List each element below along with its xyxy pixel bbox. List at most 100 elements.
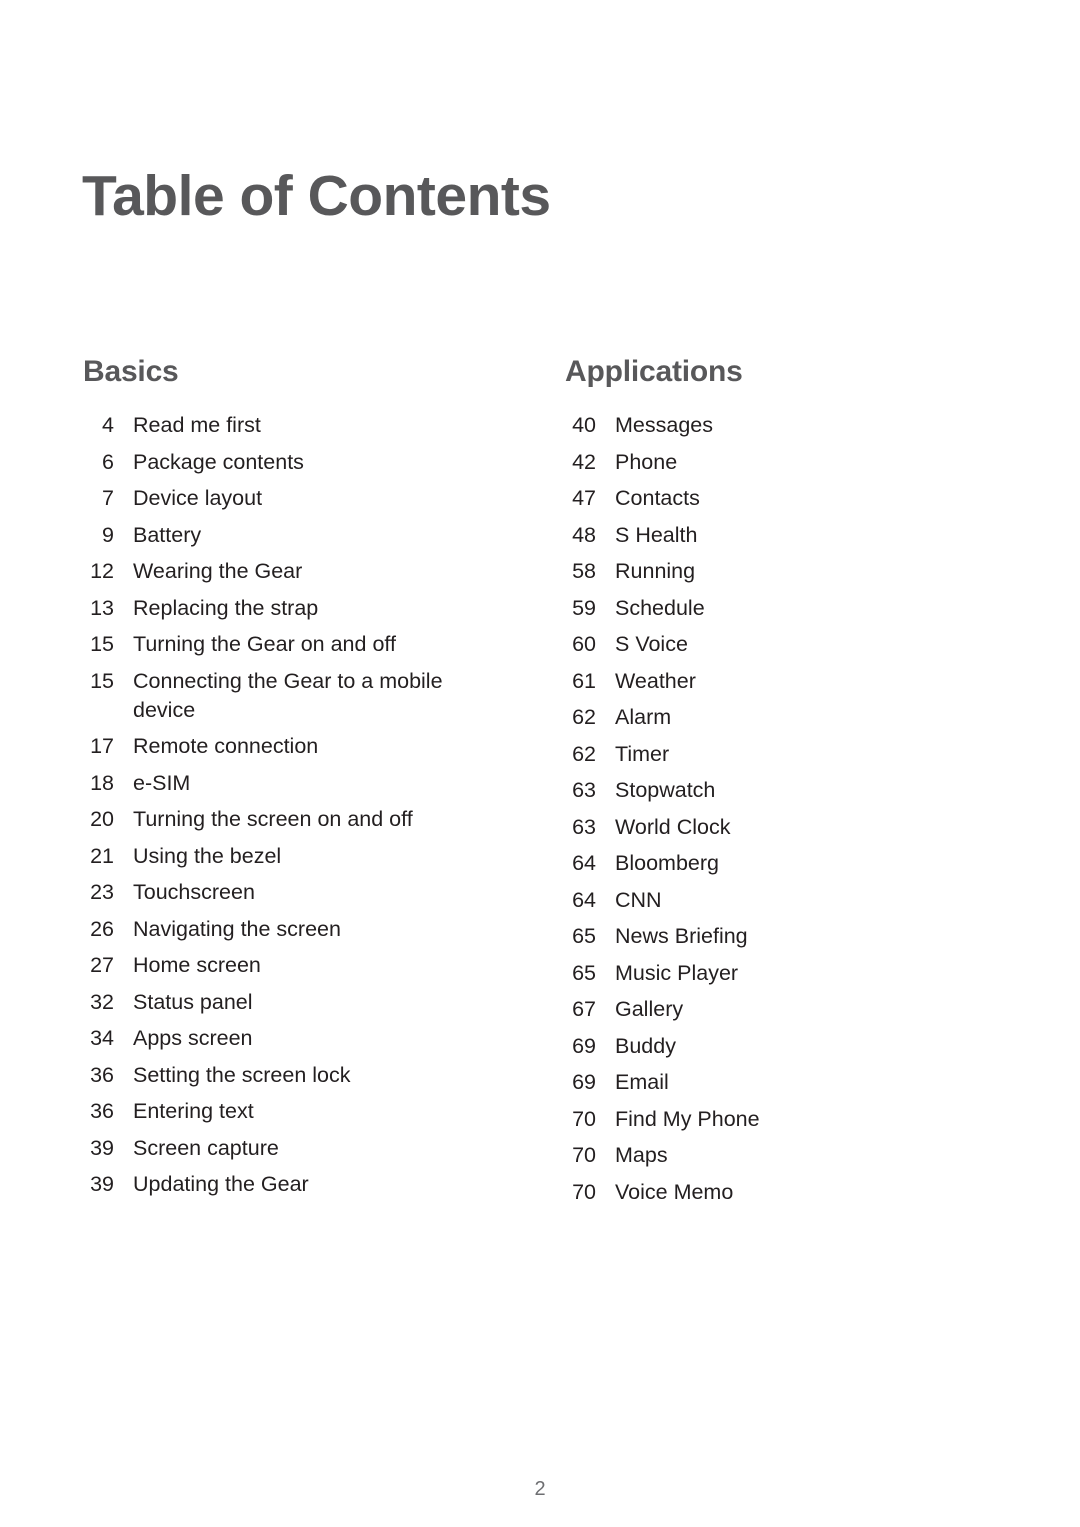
toc-entry[interactable]: 26 Navigating the screen (82, 915, 522, 944)
toc-entry-title: Buddy (615, 1033, 676, 1058)
toc-entry[interactable]: 36 Setting the screen lock (82, 1061, 522, 1090)
toc-entry-title: Contacts (615, 486, 700, 510)
toc-entry-title: Package contents (133, 449, 304, 474)
toc-entry-page-number: 47 (572, 486, 596, 510)
toc-entry-page-number: 12 (90, 559, 114, 583)
toc-entry-title: Timer (615, 741, 670, 766)
toc-entry-title: Using the bezel (133, 843, 282, 868)
toc-entry[interactable]: 61 Weather (564, 667, 984, 696)
toc-entry-title: Alarm (615, 705, 672, 729)
toc-entry-title: News Briefing (615, 924, 748, 948)
toc-entry[interactable]: 39 Screen capture (82, 1134, 522, 1163)
toc-entry-title: Navigating the screen (133, 916, 341, 941)
toc-entry-title: Status panel (133, 989, 253, 1014)
toc-entry-page-number: 69 (572, 1070, 596, 1094)
toc-entry-title: Updating the Gear (133, 1172, 309, 1196)
toc-entry[interactable]: 18 e-SIM (82, 769, 522, 798)
toc-entry-title: Maps (615, 1143, 668, 1167)
toc-entry[interactable]: 47 Contacts (564, 484, 984, 513)
toc-entry-page-number: 61 (572, 668, 596, 693)
toc-entry[interactable]: 69 Email (564, 1068, 984, 1097)
toc-entry-title: Home screen (133, 953, 261, 977)
toc-entry[interactable]: 34 Apps screen (82, 1024, 522, 1053)
toc-entry[interactable]: 20 Turning the screen on and off (82, 805, 522, 834)
toc-entry-page-number: 59 (572, 595, 596, 620)
toc-entry-title: Phone (615, 449, 678, 474)
toc-entry-page-number: 65 (572, 924, 596, 948)
toc-entry[interactable]: 48 S Health (564, 521, 984, 550)
toc-entry[interactable]: 58 Running (564, 557, 984, 586)
toc-entry[interactable]: 40 Messages (564, 411, 984, 440)
toc-entry-title: Setting the screen lock (133, 1062, 351, 1087)
toc-entry[interactable]: 23 Touchscreen (82, 878, 522, 907)
section-heading-basics: Basics (83, 355, 179, 388)
toc-entry-page-number: 70 (572, 1143, 596, 1167)
toc-entry[interactable]: 62 Alarm (564, 703, 984, 732)
toc-entry-page-number: 39 (90, 1135, 114, 1160)
toc-entry[interactable]: 63 World Clock (564, 813, 984, 842)
toc-entry-page-number: 62 (572, 741, 596, 766)
toc-entry[interactable]: 60 S Voice (564, 630, 984, 659)
toc-entry[interactable]: 63 Stopwatch (564, 776, 984, 805)
toc-entry[interactable]: 70 Find My Phone (564, 1105, 984, 1134)
toc-entry-title: Read me first (133, 413, 261, 437)
toc-entry[interactable]: 17 Remote connection (82, 732, 522, 761)
toc-entry-title: Screen capture (133, 1135, 279, 1160)
toc-entry-page-number: 69 (572, 1033, 596, 1058)
toc-entry[interactable]: 15 Turning the Gear on and off (82, 630, 522, 659)
toc-entry[interactable]: 59 Schedule (564, 594, 984, 623)
toc-entry[interactable]: 21 Using the bezel (82, 842, 522, 871)
toc-entry[interactable]: 4 Read me first (82, 411, 522, 440)
toc-entry-title: S Health (615, 522, 698, 547)
toc-entry-page-number: 70 (572, 1179, 596, 1204)
toc-entry-page-number: 15 (90, 632, 114, 656)
toc-entry-page-number: 36 (90, 1099, 114, 1123)
toc-list-basics: 4 Read me first 6 Package contents 7 Device l… (82, 411, 522, 1199)
toc-entry-title: Stopwatch (615, 778, 716, 802)
toc-entry[interactable]: 39 Updating the Gear (82, 1170, 522, 1199)
toc-entry-title: Replacing the strap (133, 595, 319, 620)
toc-entry[interactable]: 9 Battery (82, 521, 522, 550)
toc-entry[interactable]: 65 News Briefing (564, 922, 984, 951)
toc-entry[interactable]: 32 Status panel (82, 988, 522, 1017)
toc-entry-page-number: 36 (90, 1062, 114, 1087)
toc-entry-page-number: 40 (572, 413, 596, 437)
toc-entry[interactable]: 42 Phone (564, 448, 984, 477)
toc-entry-page-number: 26 (90, 916, 114, 941)
toc-entry-page-number: 62 (572, 705, 596, 729)
document-page: Table of Contents Basics 4 Read me first 6… (0, 0, 1080, 1527)
toc-columns: Basics 4 Read me first 6 Package contents 7 D… (0, 357, 1080, 1214)
toc-entry-page-number: 64 (572, 851, 596, 875)
toc-entry[interactable]: 70 Voice Memo (564, 1178, 984, 1207)
toc-entry-page-number: 60 (572, 632, 596, 656)
toc-entry[interactable]: 67 Gallery (564, 995, 984, 1024)
page-title: Table of Contents (82, 164, 551, 229)
toc-entry-page-number: 27 (90, 953, 114, 977)
toc-entry-title: Remote connection (133, 734, 319, 758)
toc-entry-title: Battery (133, 522, 202, 547)
toc-entry[interactable]: 64 CNN (564, 886, 984, 915)
toc-entry-page-number: 20 (90, 807, 114, 831)
toc-entry[interactable]: 36 Entering text (82, 1097, 522, 1126)
toc-entry-page-number: 15 (90, 668, 114, 693)
toc-entry[interactable]: 69 Buddy (564, 1032, 984, 1061)
toc-entry[interactable]: 12 Wearing the Gear (82, 557, 522, 586)
toc-entry-title: Running (615, 559, 696, 583)
toc-entry-page-number: 70 (572, 1106, 596, 1131)
toc-entry-title: Connecting the Gear to a mobile device (133, 668, 443, 722)
toc-entry[interactable]: 15 Connecting the Gear to a mobile device (82, 667, 522, 725)
toc-entry[interactable]: 62 Timer (564, 740, 984, 769)
toc-entry[interactable]: 7 Device layout (82, 484, 522, 513)
toc-entry-title: Find My Phone (615, 1106, 760, 1131)
toc-entry-title: Bloomberg (615, 851, 719, 875)
toc-column-basics: Basics 4 Read me first 6 Package contents 7 D… (82, 357, 522, 1207)
toc-entry-title: Email (615, 1070, 669, 1094)
toc-entry[interactable]: 65 Music Player (564, 959, 984, 988)
toc-entry[interactable]: 13 Replacing the strap (82, 594, 522, 623)
toc-entry[interactable]: 64 Bloomberg (564, 849, 984, 878)
toc-entry-page-number: 58 (572, 559, 596, 583)
toc-entry[interactable]: 70 Maps (564, 1141, 984, 1170)
toc-entry[interactable]: 27 Home screen (82, 951, 522, 980)
toc-entry[interactable]: 6 Package contents (82, 448, 522, 477)
toc-entry-page-number: 63 (572, 778, 596, 802)
